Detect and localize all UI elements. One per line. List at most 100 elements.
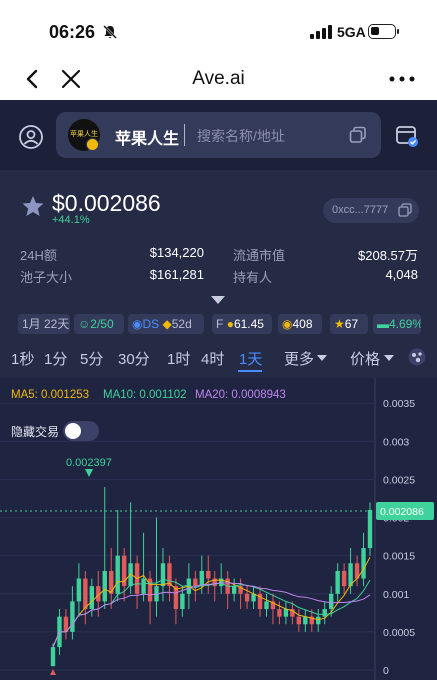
candlestick-chart-svg[interactable]: 0.00350.0030.00250.0020.00150.0010.00050…: [0, 378, 437, 680]
tab-4h[interactable]: 4时: [201, 348, 224, 369]
bnb-icon: ◆: [162, 317, 172, 331]
indicator-settings-icon[interactable]: [408, 348, 426, 366]
tag-score[interactable]: F ●61.45: [212, 314, 272, 334]
wallet-icon[interactable]: [395, 124, 419, 148]
ma20-legend: MA20: 0.0008943: [195, 389, 286, 401]
chain-badge-icon: [86, 138, 99, 151]
ds-icon: ◉: [132, 317, 143, 331]
candle-body: [322, 609, 327, 617]
trophy-icon: ★: [334, 317, 345, 331]
candle-body: [160, 563, 166, 587]
back-icon[interactable]: [24, 68, 40, 90]
ma10-line: [52, 578, 371, 648]
tag-ratio-text: 2/50: [90, 317, 114, 331]
tab-1s[interactable]: 1秒: [11, 348, 34, 369]
candle-body: [367, 509, 373, 549]
tag-cash-text: 4.69%: [389, 317, 421, 331]
tag-age[interactable]: 1月 22天: [18, 314, 70, 334]
price-chart[interactable]: 0.00350.0030.00250.0020.00150.0010.00050…: [0, 378, 437, 680]
close-icon[interactable]: [60, 68, 82, 90]
y-tick-label: 0.0015: [383, 551, 415, 563]
peak-price-label: 0.002397: [66, 457, 112, 469]
tab-more[interactable]: 更多: [284, 348, 314, 369]
app-content: 苹果人生 苹果人生 搜索名称/地址 $0.002086 +44.1% 0xcc.…: [0, 100, 437, 680]
tag-holders-ratio[interactable]: ☺2/50: [74, 314, 124, 334]
contract-address-pill[interactable]: 0xcc...7777: [323, 198, 419, 223]
tag-dex[interactable]: ◉DS ◆52d: [128, 314, 204, 334]
candle-body: [115, 555, 120, 594]
copy-address-icon[interactable]: [398, 203, 412, 217]
battery-tip: [397, 29, 399, 34]
mute-bell-icon: [103, 25, 117, 39]
expand-caret-icon[interactable]: [211, 296, 225, 304]
coin-icon: ●: [226, 317, 234, 331]
tab-price[interactable]: 价格: [350, 348, 380, 369]
candle-body: [296, 616, 302, 625]
ma20-line: [52, 582, 371, 648]
more-chevron-icon: [317, 355, 327, 361]
ma5-line: [52, 556, 371, 648]
tag-bag[interactable]: ◉408: [278, 314, 322, 334]
token-search-bar[interactable]: 苹果人生 苹果人生 搜索名称/地址: [56, 112, 381, 158]
status-bar: 06:26 5GA: [0, 0, 437, 60]
candle-body: [83, 578, 88, 610]
candle-body: [335, 570, 340, 594]
candle-body: [231, 586, 237, 594]
signal-icon: [310, 25, 332, 39]
candle-body: [328, 593, 334, 610]
ma5-legend: MA5: 0.001253: [11, 389, 89, 401]
pool-size-value: $161,281: [149, 267, 204, 282]
token-tags-row: 1月 22天 ☺2/50 ◉DS ◆52d F ●61.45 ◉408 ★67 …: [0, 314, 437, 336]
market-cap-value: $208.57万: [358, 248, 418, 263]
tag-days-text: 52d: [171, 317, 192, 331]
copy-icon[interactable]: [349, 126, 367, 144]
candle-body: [70, 601, 75, 632]
people-icon: ☺: [78, 317, 91, 331]
current-price-label: 0.002086: [380, 506, 424, 518]
tab-1h[interactable]: 1时: [167, 348, 190, 369]
money-bag-icon: ◉: [282, 317, 293, 331]
score-f-icon: F: [216, 317, 224, 331]
user-icon[interactable]: [19, 125, 43, 149]
search-input[interactable]: 搜索名称/地址: [197, 126, 285, 146]
tag-score-text: 61.45: [233, 317, 264, 331]
more-options-icon[interactable]: [389, 76, 415, 82]
network-type: 5GA: [337, 24, 366, 40]
tag-cash[interactable]: ▬4.69%: [373, 314, 421, 334]
tag-cup[interactable]: ★67: [330, 314, 368, 334]
candle-body: [341, 570, 347, 587]
market-cap-label: 流通市值: [233, 248, 286, 263]
tab-1d[interactable]: 1天: [239, 348, 262, 369]
candle-body: [89, 586, 95, 610]
tag-age-text: 1月 22天: [22, 317, 70, 331]
holders-value: 4,048: [385, 267, 418, 282]
tab-30m[interactable]: 30分: [118, 348, 150, 369]
volume-label: 24H额: [20, 248, 57, 263]
y-tick-label: 0.001: [383, 589, 409, 601]
battery-icon: [368, 24, 396, 39]
search-divider: [184, 124, 185, 146]
token-name[interactable]: 苹果人生: [115, 125, 179, 149]
candle-body: [303, 616, 308, 625]
candle-body: [141, 578, 146, 594]
candle-body: [199, 570, 204, 587]
tab-5m[interactable]: 5分: [80, 348, 103, 369]
peak-arrow-icon: [85, 469, 93, 477]
y-tick-label: 0.003: [383, 436, 409, 448]
candle-body: [277, 609, 282, 617]
candle-body: [193, 578, 198, 587]
candle-body: [361, 548, 366, 579]
tab-1m[interactable]: 1分: [44, 348, 67, 369]
tag-bag-text: 408: [292, 317, 313, 331]
candle-body: [102, 570, 107, 602]
y-tick-label: 0.0035: [383, 398, 415, 410]
candle-body: [206, 570, 211, 579]
candle-body: [316, 616, 321, 625]
favorite-star-icon[interactable]: [21, 195, 45, 217]
hide-trades-toggle[interactable]: [63, 421, 99, 441]
tag-ds-text: DS: [142, 317, 160, 331]
y-tick-label: 0: [383, 665, 389, 677]
volume-value: $134,220: [149, 245, 204, 260]
price-change: +44.1%: [52, 214, 90, 226]
y-tick-label: 0.0025: [383, 474, 415, 486]
